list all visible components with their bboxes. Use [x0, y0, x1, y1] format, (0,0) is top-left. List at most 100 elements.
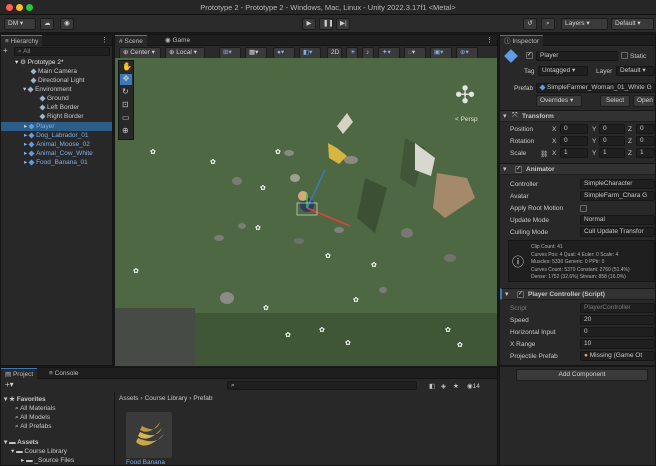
active-checkbox[interactable]: ✓: [526, 52, 533, 59]
favorites-header[interactable]: ▾ ★ Favorites: [4, 395, 46, 404]
controller-field[interactable]: SimpleCharacter: [580, 179, 655, 189]
rotation-y-field[interactable]: 0: [599, 136, 625, 146]
prefab-icon: [28, 158, 35, 166]
pause-button[interactable]: ❚❚: [319, 18, 333, 30]
breadcrumb-prefab[interactable]: Prefab: [193, 395, 212, 402]
culling-mode-dropdown[interactable]: Cull Update Transfor: [580, 227, 655, 237]
favorites-all-prefabs[interactable]: ⌕ All Prefabs: [15, 422, 52, 431]
hierarchy-item-scene[interactable]: ▾ ⚙ Prototype 2*: [15, 58, 112, 67]
tab-hierarchy[interactable]: ≡ Hierarchy: [1, 35, 43, 46]
rotation-x-field[interactable]: 0: [560, 136, 588, 146]
transform-header[interactable]: ▾ ⤧ Transform: [500, 110, 655, 122]
hierarchy-item-right-border[interactable]: Right Border: [39, 112, 112, 121]
x-range-field[interactable]: 10: [580, 339, 655, 349]
step-button[interactable]: ▶|: [336, 18, 350, 30]
breadcrumb-course-library[interactable]: Course Library: [145, 395, 188, 402]
layout-dropdown[interactable]: Default ▾: [611, 18, 654, 30]
folder-course-library[interactable]: ▾ ▬ Course Library: [11, 447, 67, 456]
hierarchy-item-cow[interactable]: ▸ Animal_Cow_White: [24, 149, 112, 158]
tab-console[interactable]: ≡ Console: [45, 368, 82, 379]
favorites-all-models[interactable]: ⌕ All Models: [15, 413, 50, 422]
static-checkbox[interactable]: [621, 52, 628, 59]
player-controller-header[interactable]: ▾ ✓ Player Controller (Script): [500, 288, 655, 300]
label-icon[interactable]: ◈: [441, 382, 446, 390]
add-icon[interactable]: +▾: [5, 381, 14, 389]
scale-x-field[interactable]: 1: [560, 148, 588, 158]
overrides-dropdown[interactable]: Overrides ▾: [536, 95, 582, 107]
hierarchy-item-banana[interactable]: ▸ Food_Banana_01: [24, 158, 112, 167]
position-z-field[interactable]: 0: [636, 124, 655, 134]
hand-tool-icon[interactable]: ✋: [122, 62, 132, 71]
scale-y-field[interactable]: 1: [599, 148, 625, 158]
inspector-panel: ⓘ Inspector ✓ Player Static Tag Untagged…: [499, 34, 656, 366]
account-dropdown[interactable]: DM ▾: [4, 18, 36, 30]
project-search-input[interactable]: ⌕: [227, 381, 417, 390]
object-name-field[interactable]: Player: [536, 51, 618, 61]
rotation-z-field[interactable]: 0: [636, 136, 655, 146]
hierarchy-item-left-border[interactable]: Left Border: [39, 103, 112, 112]
animator-enabled-checkbox[interactable]: ✓: [515, 166, 522, 173]
tab-game[interactable]: ◉ Game: [161, 35, 194, 46]
breadcrumb-assets[interactable]: Assets: [119, 395, 139, 402]
collab-icon[interactable]: ◉: [60, 18, 74, 30]
projectile-prefab-field[interactable]: ● Missing (Game Ot: [580, 351, 655, 361]
player-controller-enabled-checkbox[interactable]: ✓: [517, 291, 524, 298]
hierarchy-tab-label: Hierarchy: [10, 38, 39, 45]
history-icon[interactable]: ↺: [523, 18, 537, 30]
hierarchy-item-main-camera[interactable]: Main Camera: [30, 67, 112, 76]
move-tool-icon[interactable]: ✥: [120, 74, 132, 85]
link-icon[interactable]: ⛓: [540, 150, 548, 158]
add-component-button[interactable]: Add Component: [516, 369, 648, 381]
prefab-field[interactable]: SimpleFarmer_Woman_01_White G: [536, 83, 655, 93]
title-bar: Prototype 2 - Prototype 2 - Windows, Mac…: [0, 0, 656, 15]
hierarchy-item-player[interactable]: ▸ Player: [1, 122, 112, 131]
tab-scene[interactable]: # Scene: [115, 35, 147, 46]
layers-dropdown[interactable]: Layers ▾: [561, 18, 608, 30]
hierarchy-search-input[interactable]: ⌕ All: [14, 47, 110, 56]
tab-inspector[interactable]: ⓘ Inspector: [500, 35, 544, 46]
favorite-icon[interactable]: ★: [453, 382, 459, 390]
open-button[interactable]: Open: [633, 95, 655, 107]
visibility-count[interactable]: ◉14: [467, 382, 480, 390]
perspective-label[interactable]: < Persp: [455, 116, 478, 123]
info-line: Curves Count: 5370 Constant: 2760 (51.4%…: [531, 266, 630, 273]
layer-dropdown[interactable]: Default ▾: [616, 66, 655, 76]
tab-project[interactable]: ▤ Project: [1, 368, 38, 379]
update-mode-dropdown[interactable]: Normal: [580, 215, 655, 225]
favorites-all-materials[interactable]: ⌕ All Materials: [15, 404, 56, 413]
select-button[interactable]: Select: [600, 95, 630, 107]
folder-source-files[interactable]: ▸ ▬ _Source Files: [21, 456, 74, 465]
hierarchy-item-dog[interactable]: ▸ Dog_Labrador_01: [24, 131, 112, 140]
position-y-field[interactable]: 0: [599, 124, 625, 134]
hierarchy-item-moose[interactable]: ▸ Animal_Moose_02: [24, 140, 112, 149]
speed-field[interactable]: 20: [580, 315, 655, 325]
rotate-tool-icon[interactable]: ↻: [122, 87, 129, 96]
transform-tool-icon[interactable]: ⊕: [122, 126, 129, 135]
horizontal-input-field[interactable]: 0: [580, 327, 655, 337]
hierarchy-item-ground[interactable]: Ground: [39, 94, 112, 103]
rect-tool-icon[interactable]: ▭: [122, 113, 130, 122]
foldout-icon: ▾: [505, 291, 509, 298]
filter-icon[interactable]: ◧: [429, 382, 435, 390]
hierarchy-item-environment[interactable]: ▾ Environment: [23, 85, 112, 94]
scene-tab-label: Scene: [124, 38, 143, 45]
scene-viewport[interactable]: ✋ ✥ ↻ ⊡ ▭ ⊕ ✣ < Persp ✿ ✿ ✿ ✿ ✿ ✿ ✿ ✿ ✿ …: [115, 58, 497, 366]
cloud-icon[interactable]: ☁: [40, 18, 54, 30]
z-label: Z: [628, 138, 632, 145]
search-icon[interactable]: ⌕: [541, 18, 555, 30]
asset-thumbnail[interactable]: [126, 412, 172, 458]
more-icon[interactable]: ⋮: [101, 36, 108, 44]
scale-z-field[interactable]: 1: [636, 148, 655, 158]
animator-header[interactable]: ▾ ✓ Animator: [500, 163, 655, 175]
more-icon[interactable]: ⋮: [486, 36, 493, 44]
tag-dropdown[interactable]: Untagged ▾: [538, 66, 588, 76]
add-icon[interactable]: +: [3, 47, 13, 56]
scale-tool-icon[interactable]: ⊡: [122, 100, 129, 109]
scene-gizmo-icon[interactable]: ✣: [445, 76, 485, 116]
avatar-field[interactable]: SimpleFarm_Chara G: [580, 191, 655, 201]
apply-root-motion-checkbox[interactable]: [580, 205, 587, 212]
play-button[interactable]: ▶: [302, 18, 316, 30]
assets-header[interactable]: ▾ ▬ Assets: [4, 438, 38, 447]
hierarchy-item-directional-light[interactable]: Directional Light: [30, 76, 112, 85]
position-x-field[interactable]: 0: [560, 124, 588, 134]
